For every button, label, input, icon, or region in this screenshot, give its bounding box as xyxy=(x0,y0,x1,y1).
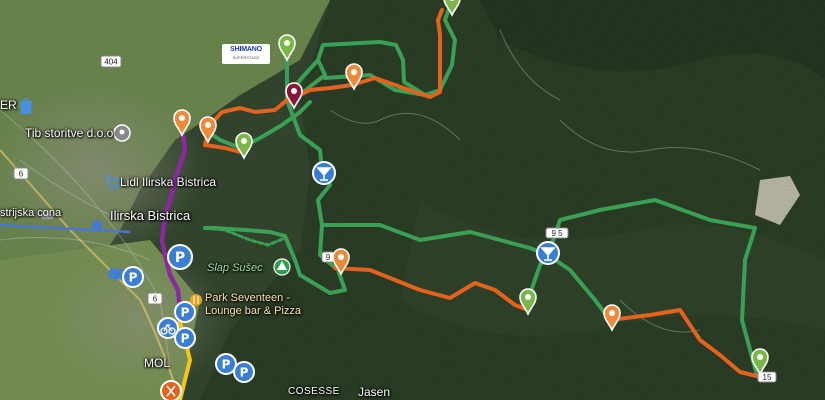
place-label-slap: Slap Sušec xyxy=(207,262,263,274)
svg-text:P: P xyxy=(181,306,190,320)
parking-icon[interactable]: P xyxy=(122,266,144,288)
logo-brand: SHIMANO xyxy=(230,46,262,53)
place-label-zone: strijska cona xyxy=(0,207,62,219)
map-view[interactable]: 404 6 6 9 9 5 15 P P P P P P SHIMANO SUP… xyxy=(0,0,825,400)
satellite-map: 404 6 6 9 9 5 15 P P P P P P xyxy=(0,0,825,400)
shimano-logo: SHIMANO SUPERSTAGE xyxy=(222,44,270,64)
parking-icon[interactable]: P xyxy=(215,353,237,375)
place-label-park-1: Park Seventeen - xyxy=(205,292,290,304)
road-badge-9-5: 9 5 xyxy=(545,227,569,239)
svg-text:6: 6 xyxy=(19,170,24,179)
bicycle-icon[interactable] xyxy=(157,317,179,339)
place-label-er: ER xyxy=(0,98,17,112)
svg-text:P: P xyxy=(175,250,185,266)
logo-tagline: SUPERSTAGE xyxy=(232,55,260,60)
parking-icon[interactable]: P xyxy=(167,244,193,270)
road-badge-6-south: 6 xyxy=(147,292,163,305)
svg-text:404: 404 xyxy=(104,58,118,67)
location-pin-icon[interactable] xyxy=(113,124,131,142)
road-badge-6-north: 6 xyxy=(13,167,29,180)
svg-text:P: P xyxy=(240,366,249,380)
svg-text:9 5: 9 5 xyxy=(551,229,563,238)
svg-text:6: 6 xyxy=(153,295,158,304)
svg-text:P: P xyxy=(181,332,190,346)
restaurant-icon[interactable] xyxy=(160,380,182,400)
place-label-jasen: Jasen xyxy=(358,385,391,399)
parking-icon[interactable]: P xyxy=(233,361,255,383)
cocktail-icon[interactable] xyxy=(536,241,560,265)
place-label-park-2: Lounge bar & Pizza xyxy=(205,305,302,317)
restaurant-icon[interactable] xyxy=(190,294,202,306)
place-label-tib: Tib storitve d.o.o xyxy=(25,126,114,140)
road-badge-404: 404 xyxy=(100,55,122,68)
place-label-lidl: Lidl Ilirska Bistrica xyxy=(120,175,217,189)
svg-text:9: 9 xyxy=(326,253,331,262)
svg-text:P: P xyxy=(222,358,231,372)
svg-text:15: 15 xyxy=(763,373,772,382)
tree-icon[interactable] xyxy=(273,258,291,276)
train-icon[interactable] xyxy=(92,221,102,231)
place-label-mol: MOL xyxy=(144,356,171,370)
cocktail-icon[interactable] xyxy=(312,161,336,185)
place-label-cosesse: COSESSE xyxy=(288,386,340,397)
svg-text:P: P xyxy=(129,271,138,285)
place-label-town: Ilirska Bistrica xyxy=(110,208,191,223)
parking-icon[interactable]: P xyxy=(174,301,196,323)
